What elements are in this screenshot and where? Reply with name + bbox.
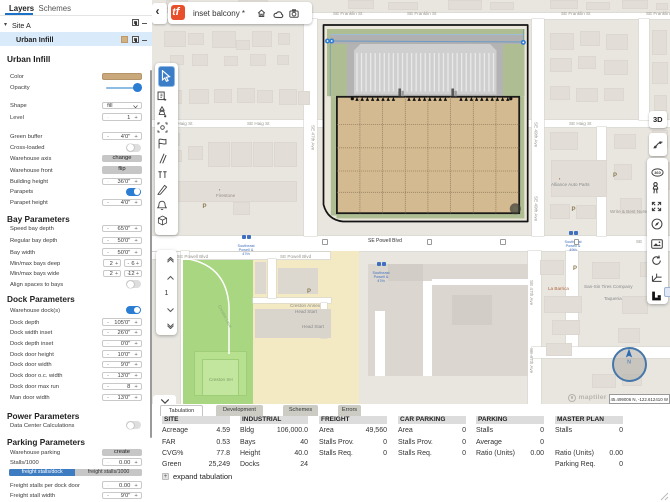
svg-text:N: N — [627, 360, 631, 366]
svg-text:360: 360 — [654, 170, 661, 175]
